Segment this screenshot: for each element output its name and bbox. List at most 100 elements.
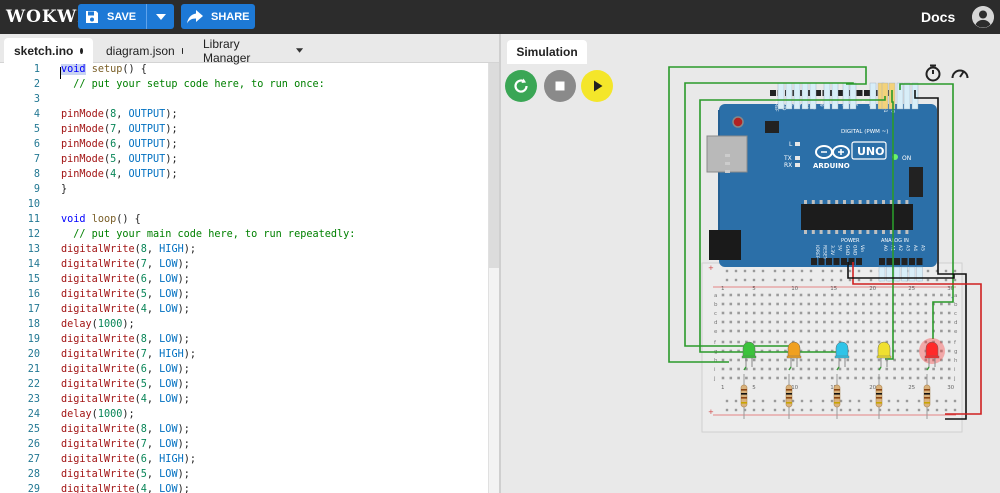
wire-tag (785, 82, 793, 110)
top-bar: WOKWI SAVE SHARE Docs (0, 0, 1000, 34)
tab-library-manager[interactable]: Library Manager (193, 37, 313, 65)
save-button[interactable]: SAVE (78, 4, 146, 29)
line-number: 13 (27, 244, 40, 255)
column-number: 1 (721, 385, 725, 391)
code-text: void setup() { (61, 64, 147, 75)
line-number: 9 (33, 184, 40, 195)
code-text: pinMode(8, OUTPUT); (61, 109, 178, 120)
wire-tag (801, 82, 809, 110)
docs-link[interactable]: Docs (921, 9, 955, 25)
arduino-uno-board[interactable]: L TX RX ARDUINO UNO ON DIGITAL (PWM ~) P… (706, 82, 937, 282)
code-line[interactable]: 5 pinMode(7, OUTPUT); (0, 124, 488, 139)
header-pin[interactable] (837, 90, 844, 96)
line-number: 3 (33, 94, 40, 105)
code-line[interactable]: 26 digitalWrite(7, LOW); (0, 439, 488, 454)
code-line[interactable]: 19 digitalWrite(8, LOW); (0, 334, 488, 349)
row-letter: a (954, 293, 957, 299)
code-line[interactable]: 13 digitalWrite(8, HIGH); (0, 244, 488, 259)
wire-tag (823, 82, 831, 110)
header-pin[interactable] (864, 90, 870, 96)
wire-tag (908, 266, 916, 282)
power-pin[interactable] (811, 258, 817, 265)
code-text: pinMode(7, OUTPUT); (61, 124, 178, 135)
analog-pin[interactable] (909, 258, 915, 265)
code-text: // put your setup code here, to run once… (61, 79, 325, 90)
code-line[interactable]: 1 void setup() { (0, 64, 488, 79)
atmega-chip (801, 204, 913, 230)
header-pin[interactable] (856, 90, 863, 96)
code-line[interactable]: 27 digitalWrite(6, HIGH); (0, 454, 488, 469)
code-line[interactable]: 20 digitalWrite(7, HIGH); (0, 349, 488, 364)
analog-pin[interactable] (916, 258, 923, 265)
line-number: 8 (33, 169, 40, 180)
analog-pin[interactable] (894, 258, 900, 265)
code-line[interactable]: 2 // put your setup code here, to run on… (0, 79, 488, 94)
column-number: 20 (869, 286, 876, 292)
code-text: digitalWrite(8, LOW); (61, 424, 190, 435)
share-icon (187, 9, 203, 23)
wire-tag (831, 82, 839, 110)
code-editor[interactable]: 1 void setup() { 2 // put your setup code … (0, 64, 488, 493)
wire-tag (878, 266, 886, 282)
code-line[interactable]: 12 // put your main code here, to run re… (0, 229, 488, 244)
code-line[interactable]: 24 delay(1000); (0, 409, 488, 424)
code-line[interactable]: 4 pinMode(8, OUTPUT); (0, 109, 488, 124)
analog-pin[interactable] (901, 258, 908, 265)
code-line[interactable]: 28 digitalWrite(5, LOW); (0, 469, 488, 484)
wire-tag (809, 82, 817, 110)
editor-scrollbar-thumb[interactable] (489, 63, 499, 268)
code-text: digitalWrite(6, HIGH); (61, 454, 196, 465)
code-line[interactable]: 11 void loop() { (0, 214, 488, 229)
analog-pin[interactable] (879, 258, 885, 265)
tx-label: TX (783, 155, 792, 162)
chevron-down-icon[interactable] (295, 48, 303, 53)
code-line[interactable]: 25 digitalWrite(8, LOW); (0, 424, 488, 439)
power-pin[interactable] (841, 258, 847, 265)
line-number: 28 (27, 469, 40, 480)
wire-tag (849, 82, 857, 110)
power-pin[interactable] (856, 258, 862, 265)
code-line[interactable]: 22 digitalWrite(5, LOW); (0, 379, 488, 394)
code-line[interactable]: 23 digitalWrite(4, LOW); (0, 394, 488, 409)
code-line[interactable]: 21 digitalWrite(6, LOW); (0, 364, 488, 379)
code-line[interactable]: 9} (0, 184, 488, 199)
avatar[interactable] (972, 6, 994, 28)
code-line[interactable]: 3 (0, 94, 488, 109)
row-letter: b (714, 302, 718, 308)
row-letter: g (954, 349, 958, 355)
share-button[interactable]: SHARE (181, 4, 255, 29)
line-number: 11 (27, 214, 40, 225)
analog-pin-label: A2 (897, 245, 903, 251)
code-line[interactable]: 6 pinMode(6, OUTPUT); (0, 139, 488, 154)
code-line[interactable]: 14 digitalWrite(7, LOW); (0, 259, 488, 274)
analog-pin[interactable] (886, 258, 893, 265)
code-line[interactable]: 8 pinMode(4, OUTPUT); (0, 169, 488, 184)
analog-pin-label: A0 (882, 245, 888, 251)
chevron-down-icon (155, 13, 166, 20)
save-dropdown-button[interactable] (146, 4, 174, 29)
line-number: 14 (27, 259, 40, 270)
code-line[interactable]: 15 digitalWrite(6, LOW); (0, 274, 488, 289)
wokwi-logo[interactable]: WOKWI (6, 7, 86, 27)
code-line[interactable]: 16 digitalWrite(5, LOW); (0, 289, 488, 304)
code-text: pinMode(6, OUTPUT); (61, 139, 178, 150)
line-number: 12 (27, 229, 40, 240)
line-number: 20 (27, 349, 40, 360)
power-pin[interactable] (833, 258, 840, 265)
code-line[interactable]: 18 delay(1000); (0, 319, 488, 334)
code-line[interactable]: 7 pinMode(5, OUTPUT); (0, 154, 488, 169)
row-letter: b (954, 302, 958, 308)
code-text: digitalWrite(8, HIGH); (61, 244, 196, 255)
tab-diagram-json[interactable]: diagram.json (96, 38, 192, 63)
wire-tag (901, 266, 908, 282)
power-pin[interactable] (826, 258, 832, 265)
code-line[interactable]: 17 digitalWrite(4, LOW); (0, 304, 488, 319)
header-pin[interactable] (770, 90, 776, 96)
tab-sketch-ino[interactable]: sketch.ino (4, 38, 93, 63)
code-line[interactable]: 10 (0, 199, 488, 214)
line-number: 1 (33, 64, 40, 75)
code-text: pinMode(4, OUTPUT); (61, 169, 178, 180)
reset-button[interactable] (732, 116, 744, 128)
code-line[interactable]: 29 digitalWrite(4, LOW); (0, 484, 488, 493)
unsaved-dot-icon (80, 47, 83, 54)
